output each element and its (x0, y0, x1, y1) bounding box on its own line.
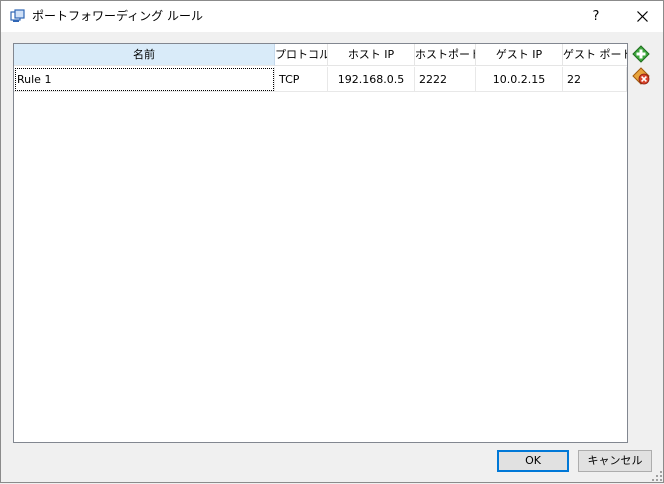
rule-host-ip-cell[interactable]: 192.168.0.5 (328, 67, 415, 92)
virtualbox-window-icon (10, 9, 25, 24)
column-header-host-port[interactable]: ホストポート (415, 44, 476, 66)
rule-protocol-cell[interactable]: TCP (275, 67, 328, 92)
column-header-protocol[interactable]: プロトコル (275, 44, 328, 66)
resize-grip-icon[interactable] (652, 471, 662, 481)
rule-guest-port-cell[interactable]: 22 (563, 67, 627, 92)
column-header-guest-ip[interactable]: ゲスト IP (476, 44, 563, 66)
rule-name-cell[interactable]: Rule 1 (14, 67, 275, 92)
column-header-name[interactable]: 名前 (14, 44, 275, 66)
help-button[interactable]: ? (579, 1, 613, 32)
rule-guest-ip-cell[interactable]: 10.0.2.15 (476, 67, 563, 92)
close-button[interactable] (623, 1, 663, 32)
cancel-button[interactable]: キャンセル (578, 450, 652, 472)
port-forwarding-dialog: ポートフォワーディング ルール ? 名前 プロトコル ホスト IP ホストポート… (0, 0, 664, 483)
rule-host-port-cell[interactable]: 2222 (415, 67, 476, 92)
window-title: ポートフォワーディング ルール (32, 9, 203, 23)
remove-rule-button[interactable] (632, 67, 650, 85)
rules-table[interactable]: 名前 プロトコル ホスト IP ホストポート ゲスト IP ゲスト ポート Ru… (13, 43, 628, 443)
column-header-guest-port[interactable]: ゲスト ポート (563, 44, 627, 66)
add-rule-button[interactable] (632, 45, 650, 63)
column-header-host-ip[interactable]: ホスト IP (328, 44, 415, 66)
ok-button[interactable]: OK (497, 450, 569, 472)
remove-rule-icon (632, 67, 650, 85)
title-bar: ポートフォワーディング ルール ? (1, 1, 663, 32)
add-rule-icon (632, 45, 650, 63)
close-icon (637, 11, 648, 22)
